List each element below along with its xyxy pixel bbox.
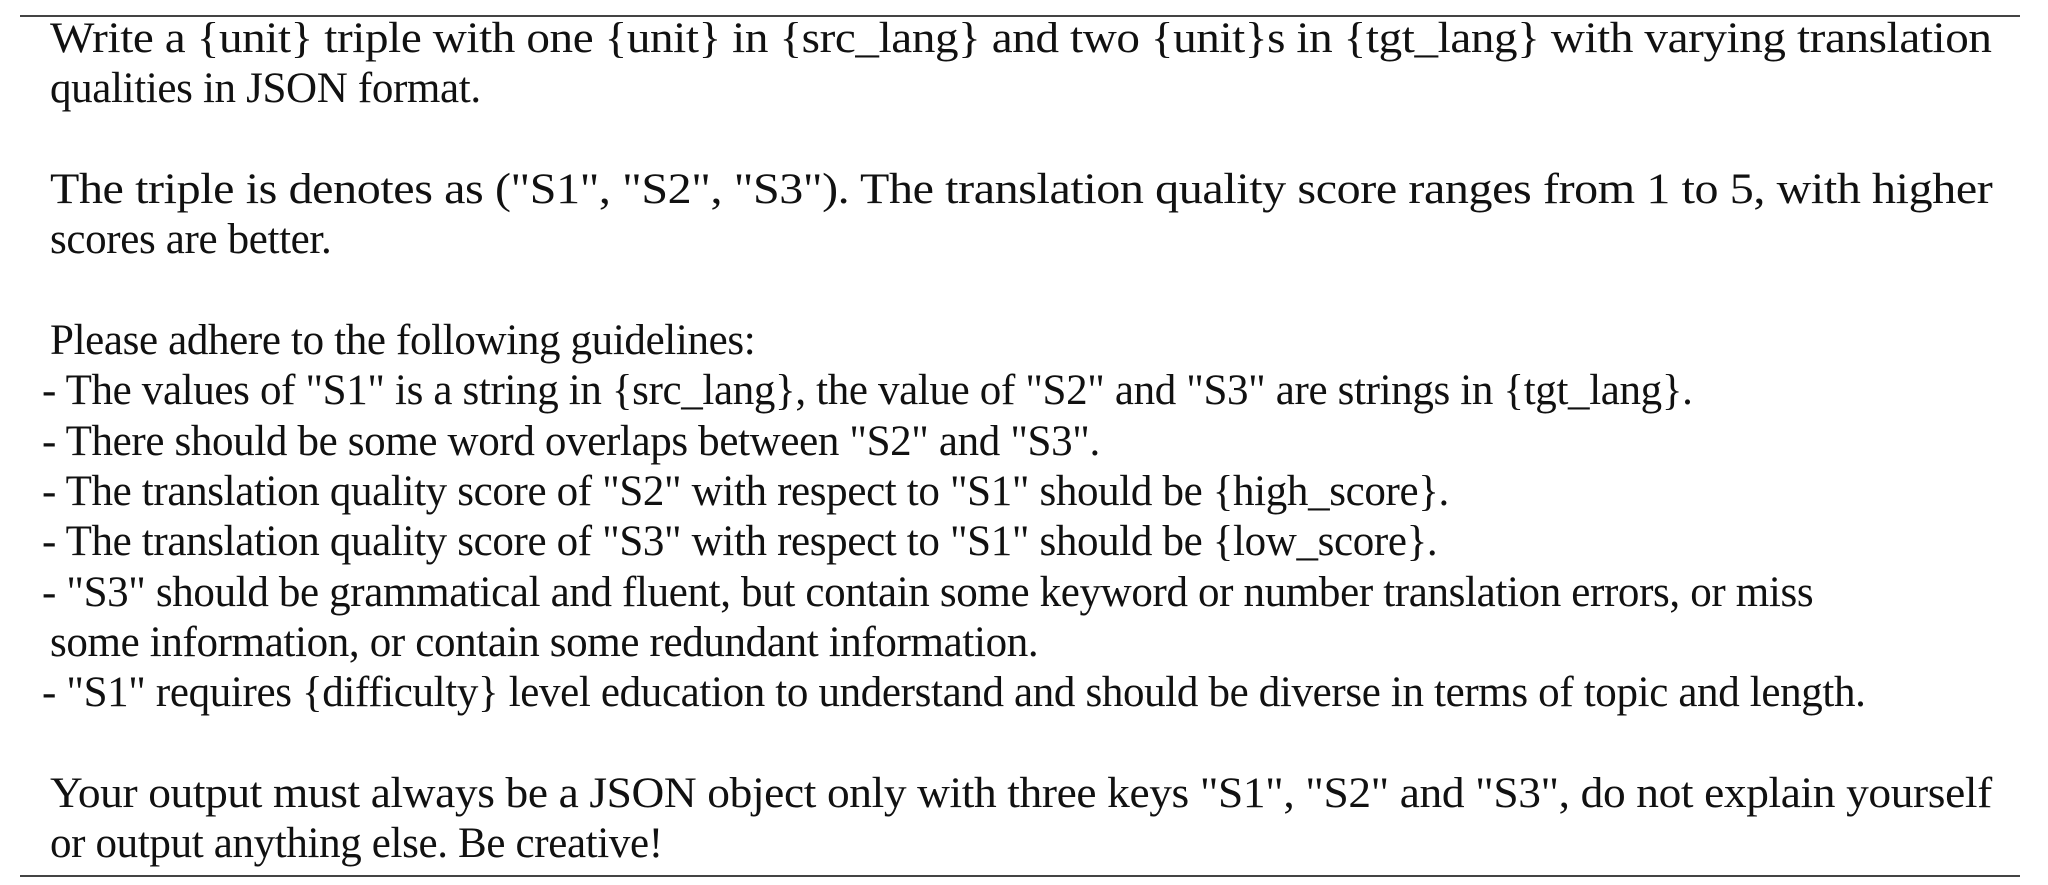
- triple-definition-line-2: scores are better.: [50, 216, 332, 263]
- triple-definition-line-1: The triple is denotes as ("S1", "S2", "S…: [50, 166, 1993, 213]
- guideline-item: - "S3" should be grammatical and fluent,…: [42, 569, 1814, 616]
- guidelines-heading: Please adhere to the following guideline…: [50, 317, 756, 364]
- guideline-item: - The translation quality score of "S2" …: [42, 468, 1449, 515]
- closing-line-2: or output anything else. Be creative!: [50, 820, 663, 867]
- closing-line-1: Your output must always be a JSON object…: [50, 770, 1992, 817]
- intro-line-2: qualities in JSON format.: [50, 65, 481, 112]
- intro-line-1: Write a {unit} triple with one {unit} in…: [50, 15, 1992, 62]
- guideline-item: - "S1" requires {difficulty} level educa…: [42, 669, 1866, 716]
- guideline-item: - There should be some word overlaps bet…: [42, 418, 1100, 465]
- guideline-item-continuation: some information, or contain some redund…: [50, 619, 1039, 666]
- bottom-rule: [20, 875, 2020, 877]
- guideline-item: - The values of "S1" is a string in {src…: [42, 367, 1693, 414]
- guideline-item: - The translation quality score of "S3" …: [42, 518, 1438, 565]
